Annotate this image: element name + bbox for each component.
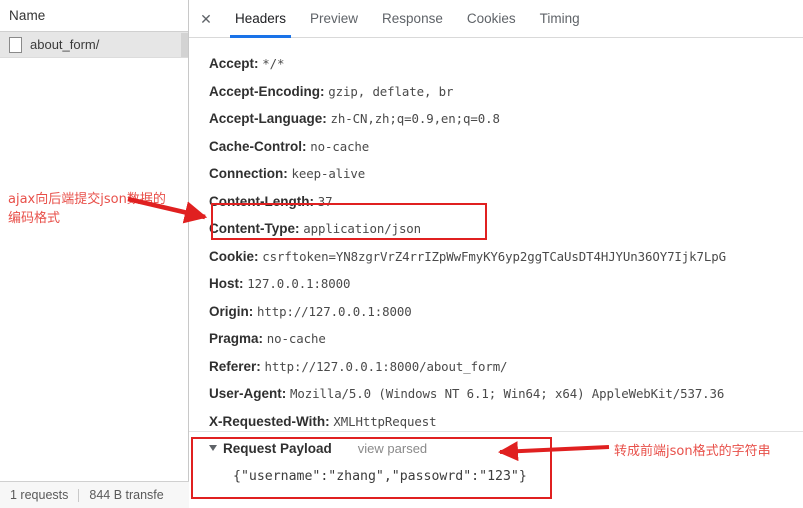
request-payload-title: Request Payload [223, 440, 332, 456]
status-bar: 1 requests 844 B transfe [0, 481, 189, 508]
header-value: http://127.0.0.1:8000 [257, 303, 412, 319]
request-list-header: Name [0, 0, 188, 32]
header-row: Accept-Encoding: gzip, deflate, br [209, 78, 803, 106]
view-parsed-link[interactable]: view parsed [358, 441, 427, 456]
request-list-scrollbar[interactable] [181, 33, 188, 57]
header-name: Origin: [209, 303, 254, 319]
header-row: Host: 127.0.0.1:8000 [209, 270, 803, 298]
tab-cookies[interactable]: Cookies [455, 0, 528, 38]
header-row: Cookie: csrftoken=YN8zgrVrZ4rrIZpWwFmyKY… [209, 243, 803, 271]
header-value: csrftoken=YN8zgrVrZ4rrIZpWwFmyKY6yp2ggTC… [262, 248, 726, 264]
header-value: gzip, deflate, br [328, 83, 454, 99]
header-value: 127.0.0.1:8000 [247, 276, 351, 291]
header-row: Accept: */* [209, 50, 803, 78]
header-name: Accept-Language: [209, 111, 327, 126]
headers-content: Accept: */* Accept-Encoding: gzip, defla… [189, 38, 803, 508]
header-row: Connection: keep-alive [209, 160, 803, 188]
tab-response-label: Response [382, 11, 443, 26]
file-icon [9, 36, 22, 53]
tab-headers[interactable]: Headers [223, 0, 298, 38]
header-row: Accept-Language: zh-CN,zh;q=0.9,en;q=0.8 [209, 105, 803, 133]
header-value: zh-CN,zh;q=0.9,en;q=0.8 [330, 111, 500, 126]
request-detail-panel: ✕ Headers Preview Response Cookies Timin… [189, 0, 803, 508]
header-value: */* [262, 56, 285, 71]
header-value: http://127.0.0.1:8000/about_form/ [264, 358, 508, 374]
detail-tab-bar: ✕ Headers Preview Response Cookies Timin… [189, 0, 803, 38]
request-list-row[interactable]: about_form/ [0, 32, 188, 58]
header-row: Referer: http://127.0.0.1:8000/about_for… [209, 353, 803, 381]
header-name: Cache-Control: [209, 138, 307, 154]
header-name: Host: [209, 276, 244, 291]
tab-headers-label: Headers [235, 11, 287, 26]
header-name: Referer: [209, 358, 261, 374]
header-name: User-Agent: [209, 386, 287, 401]
tab-response[interactable]: Response [370, 0, 455, 38]
status-transferred-size: 844 B transfe [89, 488, 164, 502]
column-header-name: Name [9, 8, 46, 23]
header-name: Connection: [209, 166, 288, 181]
request-payload-header[interactable]: Request Payload view parsed [209, 432, 803, 464]
header-name: Cookie: [209, 248, 259, 264]
header-value: no-cache [266, 331, 326, 346]
header-row: Pragma: no-cache [209, 325, 803, 353]
header-value: no-cache [310, 138, 370, 154]
header-name: Content-Length: [209, 193, 314, 209]
header-value: application/json [303, 221, 422, 236]
tab-preview-label: Preview [310, 11, 359, 26]
chevron-down-icon[interactable] [209, 445, 217, 451]
request-headers-list: Accept: */* Accept-Encoding: gzip, defla… [189, 38, 803, 435]
header-value: keep-alive [291, 166, 366, 181]
status-divider [78, 488, 80, 502]
header-name: Accept: [209, 56, 259, 71]
tab-cookies-label: Cookies [466, 11, 516, 26]
header-value: XMLHttpRequest [333, 413, 437, 429]
tab-timing[interactable]: Timing [528, 0, 592, 38]
devtools-network-panel: Name about_form/ 1 requests 844 B transf… [0, 0, 803, 508]
request-list-panel: Name about_form/ [0, 0, 189, 508]
header-value: Mozilla/5.0 (Windows NT 6.1; Win64; x64)… [290, 386, 725, 401]
request-payload-section: Request Payload view parsed {"username":… [189, 432, 803, 490]
header-row: User-Agent: Mozilla/5.0 (Windows NT 6.1;… [209, 380, 803, 408]
header-name: Accept-Encoding: [209, 83, 325, 99]
header-value: 37 [317, 193, 333, 209]
header-name: Pragma: [209, 331, 264, 346]
status-requests-count: 1 requests [10, 488, 69, 502]
header-name: X-Requested-With: [209, 413, 330, 429]
header-row: Origin: http://127.0.0.1:8000 [209, 298, 803, 326]
tab-timing-label: Timing [539, 11, 580, 26]
request-payload-body: {"username":"zhang","passowrd":"123"} [233, 469, 527, 484]
header-row: Cache-Control: no-cache [209, 133, 803, 161]
header-row: Content-Length: 37 [209, 188, 803, 216]
tab-preview[interactable]: Preview [298, 0, 370, 38]
header-name: Content-Type: [209, 221, 300, 236]
request-name-label: about_form/ [30, 37, 100, 52]
header-row-content-type: Content-Type: application/json [209, 215, 803, 243]
close-icon[interactable]: ✕ [193, 6, 219, 32]
